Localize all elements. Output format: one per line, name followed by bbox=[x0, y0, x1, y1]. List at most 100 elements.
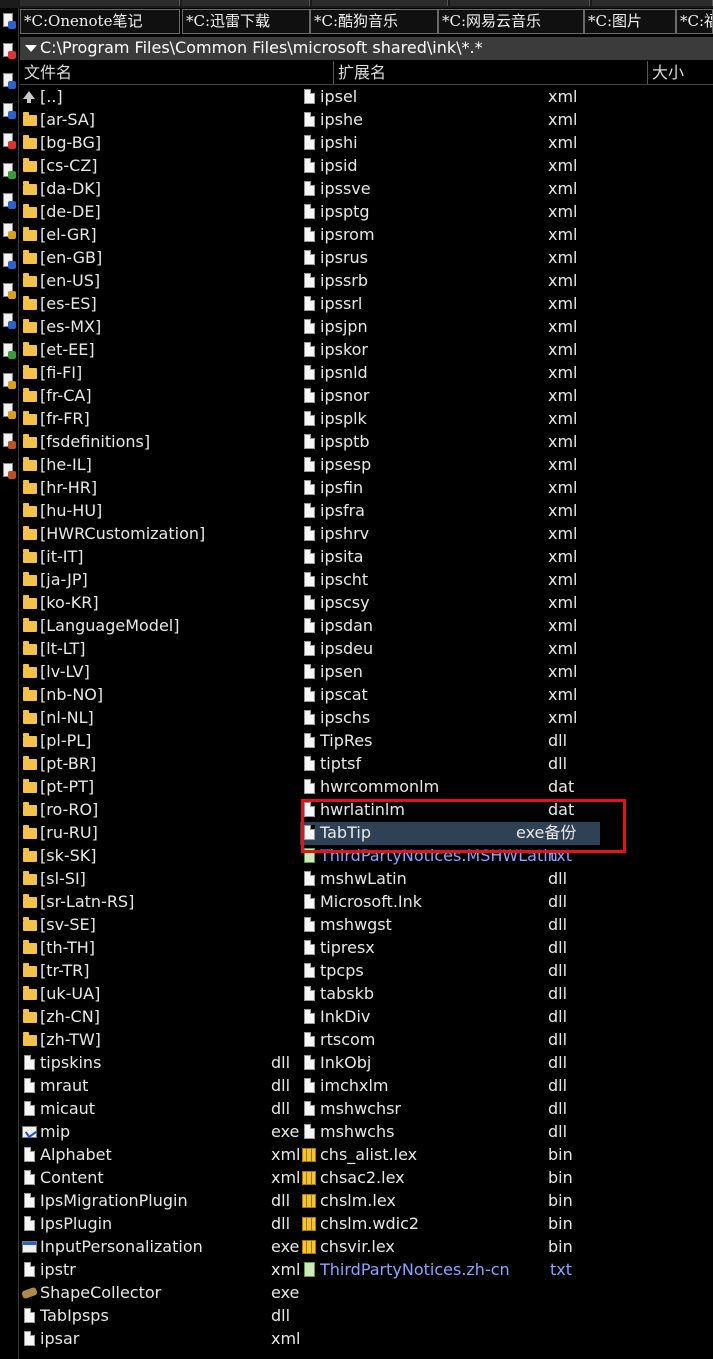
file-row[interactable]: Microsoft.Ink dll bbox=[300, 891, 600, 914]
file-row[interactable]: [zh-CN] bbox=[20, 1006, 300, 1029]
cut-icon[interactable] bbox=[1, 42, 16, 59]
file-row[interactable]: mshwLatin dll bbox=[300, 868, 600, 891]
file-row[interactable]: ipsplk xml bbox=[300, 408, 600, 431]
tools-icon[interactable] bbox=[1, 432, 16, 449]
file-row[interactable]: ipsfra xml bbox=[300, 500, 600, 523]
file-row[interactable]: ipsesp xml bbox=[300, 454, 600, 477]
edit-icon[interactable] bbox=[1, 222, 16, 239]
file-row[interactable]: tabskb dll bbox=[300, 983, 600, 1006]
file-row[interactable]: imchxlm dll bbox=[300, 1075, 600, 1098]
file-row[interactable]: tiptsf dll bbox=[300, 753, 600, 776]
chevron-down-icon[interactable] bbox=[25, 45, 37, 52]
file-row[interactable]: [nl-NL] bbox=[20, 707, 300, 730]
column-header-ext[interactable]: 扩展名 bbox=[334, 61, 648, 84]
tab-truncated[interactable]: *C:福 bbox=[676, 9, 713, 34]
file-row[interactable]: ipscat xml bbox=[300, 684, 600, 707]
file-row[interactable]: ipshrv xml bbox=[300, 523, 600, 546]
file-row[interactable]: [en-US] bbox=[20, 270, 300, 293]
file-row[interactable]: ipsrus xml bbox=[300, 247, 600, 270]
file-row[interactable]: ipsjpn xml bbox=[300, 316, 600, 339]
file-row[interactable]: [nb-NO] bbox=[20, 684, 300, 707]
file-row[interactable]: ipsita xml bbox=[300, 546, 600, 569]
file-row[interactable]: ipskor xml bbox=[300, 339, 600, 362]
file-row[interactable]: ThirdPartyNotices.zh-cn txt bbox=[300, 1259, 600, 1282]
properties-icon[interactable] bbox=[1, 162, 16, 179]
file-row[interactable]: micaut dll bbox=[20, 1098, 300, 1121]
file-row[interactable]: ipshi xml bbox=[300, 132, 600, 155]
file-row[interactable]: ipschs xml bbox=[300, 707, 600, 730]
file-row[interactable]: [pt-PT] bbox=[20, 776, 300, 799]
file-row[interactable]: tpcps dll bbox=[300, 960, 600, 983]
copy-icon[interactable] bbox=[1, 12, 16, 29]
file-row[interactable]: chs_alist.lex bin bbox=[300, 1144, 600, 1167]
file-row[interactable]: [cs-CZ] bbox=[20, 155, 300, 178]
file-row[interactable]: ipsid xml bbox=[300, 155, 600, 178]
tab-netease-music[interactable]: *C:网易云音乐 bbox=[438, 9, 584, 34]
file-row[interactable]: ipshe xml bbox=[300, 109, 600, 132]
file-row[interactable]: [hu-HU] bbox=[20, 500, 300, 523]
file-row[interactable]: [es-MX] bbox=[20, 316, 300, 339]
file-row[interactable]: ipsnor xml bbox=[300, 385, 600, 408]
file-row[interactable]: [et-EE] bbox=[20, 339, 300, 362]
file-row[interactable]: Alphabet xml bbox=[20, 1144, 301, 1167]
file-row[interactable]: chslm.wdic2 bin bbox=[300, 1213, 600, 1236]
info-icon[interactable] bbox=[1, 192, 16, 209]
file-row[interactable]: [lv-LV] bbox=[20, 661, 300, 684]
file-row[interactable]: [fi-FI] bbox=[20, 362, 300, 385]
file-row[interactable]: [en-GB] bbox=[20, 247, 300, 270]
file-row[interactable]: IpsMigrationPlugin dll bbox=[20, 1190, 300, 1213]
file-row[interactable]: mraut dll bbox=[20, 1075, 300, 1098]
path-bar[interactable]: C:\Program Files\Common Files\microsoft … bbox=[20, 37, 713, 60]
file-row[interactable]: InkObj dll bbox=[300, 1052, 600, 1075]
file-row[interactable]: ipsdeu xml bbox=[300, 638, 600, 661]
file-row[interactable]: ipsen xml bbox=[300, 661, 600, 684]
file-row[interactable]: mip exe bbox=[20, 1121, 300, 1144]
file-row[interactable]: [sr-Latn-RS] bbox=[20, 891, 300, 914]
tab-kugou[interactable]: *C:酷狗音乐 bbox=[310, 9, 438, 34]
file-row[interactable]: InputPersonalization exe bbox=[20, 1236, 300, 1259]
file-row[interactable]: ipscht xml bbox=[300, 569, 600, 592]
file-row[interactable]: [uk-UA] bbox=[20, 983, 300, 1006]
delete-icon[interactable] bbox=[1, 132, 16, 149]
file-row[interactable]: mshwchsr dll bbox=[300, 1098, 600, 1121]
file-row[interactable]: [fr-CA] bbox=[20, 385, 300, 408]
file-row[interactable]: ipsar xml bbox=[20, 1328, 301, 1351]
file-row[interactable]: chsac2.lex bin bbox=[300, 1167, 600, 1190]
tab-onenote[interactable]: *C:Onenote笔记 bbox=[20, 9, 180, 34]
file-row[interactable]: [pl-PL] bbox=[20, 730, 300, 753]
file-row[interactable]: ipsptg xml bbox=[300, 201, 600, 224]
file-row[interactable]: [..] bbox=[20, 86, 300, 109]
file-row[interactable]: [de-DE] bbox=[20, 201, 300, 224]
file-row[interactable]: [sk-SK] bbox=[20, 845, 300, 868]
file-row[interactable]: [hr-HR] bbox=[20, 477, 300, 500]
file-row[interactable]: tipskins dll bbox=[20, 1052, 300, 1075]
file-row[interactable]: chslm.lex bin bbox=[300, 1190, 600, 1213]
file-row[interactable]: ipsrom xml bbox=[300, 224, 600, 247]
column-header-name[interactable]: 文件名 bbox=[20, 61, 334, 84]
file-row[interactable]: ipscsy xml bbox=[300, 592, 600, 615]
pack-icon[interactable] bbox=[1, 372, 16, 389]
file-row[interactable]: Content xml bbox=[20, 1167, 301, 1190]
file-row[interactable]: [fsdefinitions] bbox=[20, 431, 300, 454]
list-icon[interactable] bbox=[1, 312, 16, 329]
file-row[interactable]: ShapeCollector exe bbox=[20, 1282, 300, 1305]
file-row[interactable]: ipsptb xml bbox=[300, 431, 600, 454]
file-row[interactable]: [ar-SA] bbox=[20, 109, 300, 132]
file-row[interactable]: [pt-BR] bbox=[20, 753, 300, 776]
file-row[interactable]: [bg-BG] bbox=[20, 132, 300, 155]
file-row[interactable]: ipsel xml bbox=[300, 86, 600, 109]
file-row[interactable]: ipsdan xml bbox=[300, 615, 600, 638]
file-row[interactable]: [ru-RU] bbox=[20, 822, 300, 845]
paste-icon[interactable] bbox=[1, 72, 16, 89]
file-row[interactable]: [sl-SI] bbox=[20, 868, 300, 891]
file-row[interactable]: [he-IL] bbox=[20, 454, 300, 477]
view-icon[interactable] bbox=[1, 252, 16, 269]
tab-pictures[interactable]: *C:图片 bbox=[584, 9, 676, 34]
file-row[interactable]: [da-DK] bbox=[20, 178, 300, 201]
file-row[interactable]: mshwgst dll bbox=[300, 914, 600, 937]
file-row[interactable]: [zh-TW] bbox=[20, 1029, 300, 1052]
tab-xunlei[interactable]: *C:迅雷下载 bbox=[182, 9, 310, 34]
file-row[interactable]: InkDiv dll bbox=[300, 1006, 600, 1029]
file-row[interactable]: [es-ES] bbox=[20, 293, 300, 316]
settings-icon[interactable] bbox=[1, 462, 16, 479]
